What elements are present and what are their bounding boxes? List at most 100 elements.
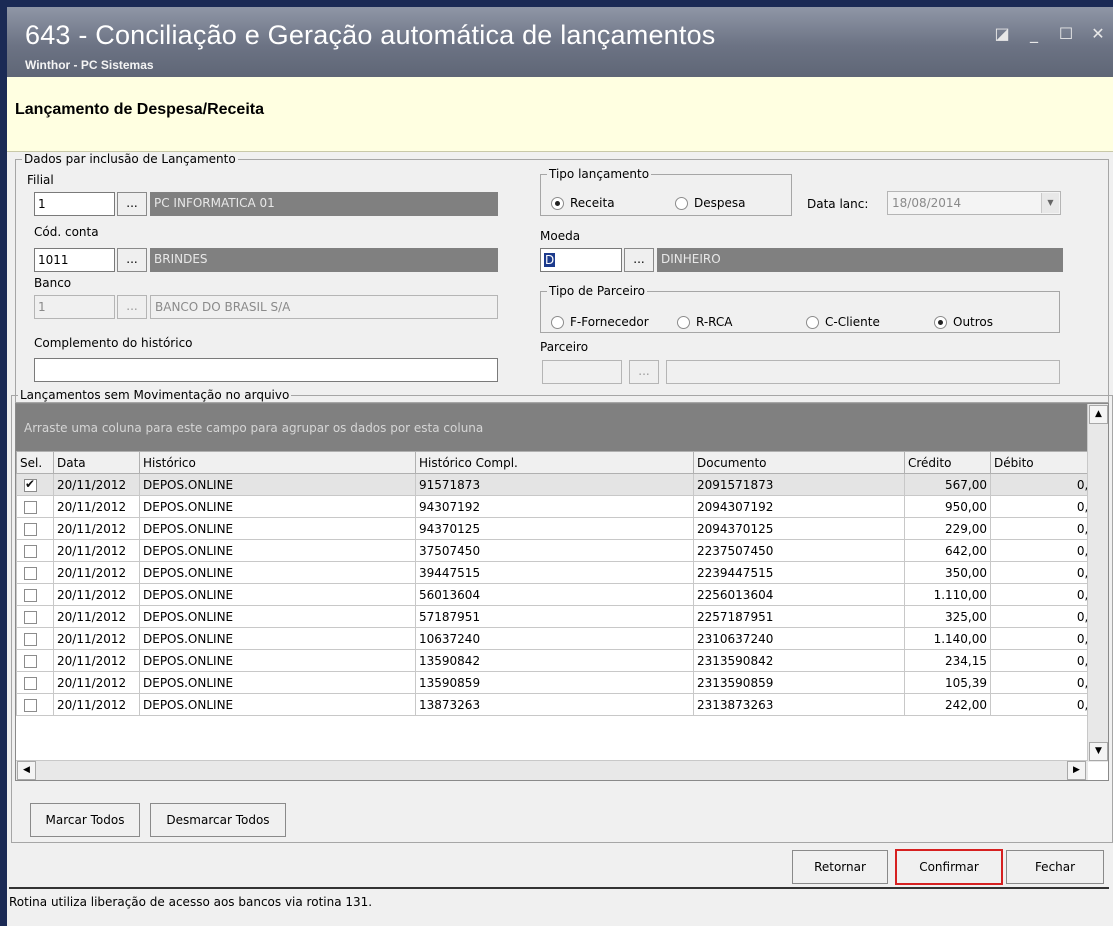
chevron-down-icon[interactable]: ▼ bbox=[1041, 193, 1059, 213]
radio-cliente-label: C-Cliente bbox=[825, 315, 880, 329]
cell-historico: DEPOS.ONLINE bbox=[139, 539, 416, 562]
cell-debito: 0,0 bbox=[990, 473, 1100, 496]
confirmar-button[interactable]: Confirmar bbox=[895, 849, 1003, 885]
cell-credito: 234,15 bbox=[904, 649, 991, 672]
radio-rca[interactable]: R-RCA bbox=[677, 315, 733, 329]
row-select-checkbox[interactable] bbox=[24, 566, 37, 580]
column-header-historico-compl[interactable]: Histórico Compl. bbox=[415, 451, 694, 474]
restore-icon[interactable]: ◪ bbox=[993, 25, 1011, 43]
row-select-checkbox[interactable] bbox=[24, 654, 37, 668]
parceiro-lookup-button[interactable]: ... bbox=[629, 360, 659, 384]
radio-receita[interactable]: Receita bbox=[551, 196, 615, 210]
scroll-up-icon[interactable]: ▲ bbox=[1089, 405, 1108, 424]
cell-documento: 2313590842 bbox=[693, 649, 905, 672]
radio-outros[interactable]: Outros bbox=[934, 315, 993, 329]
conta-lookup-button[interactable]: ... bbox=[117, 248, 147, 272]
row-select-checkbox[interactable] bbox=[24, 610, 37, 624]
table-row[interactable]: 20/11/2012 DEPOS.ONLINE 37507450 2237507450… bbox=[16, 539, 1100, 562]
cell-credito: 105,39 bbox=[904, 671, 991, 694]
cell-data: 20/11/2012 bbox=[53, 671, 140, 694]
table-row[interactable]: 20/11/2012DEPOS.ONLINE915718732091571873… bbox=[16, 473, 1100, 496]
banco-lookup-button[interactable]: ... bbox=[117, 295, 147, 319]
title-bar[interactable]: 643 - Conciliação e Geração automática d… bbox=[7, 7, 1113, 77]
cell-historico: DEPOS.ONLINE bbox=[139, 693, 416, 716]
cell-documento: 2313590859 bbox=[693, 671, 905, 694]
moeda-lookup-button[interactable]: ... bbox=[624, 248, 654, 272]
table-row[interactable]: 20/11/2012 DEPOS.ONLINE 39447515 2239447515… bbox=[16, 561, 1100, 584]
fechar-button[interactable]: Fechar bbox=[1006, 850, 1104, 884]
row-select-checkbox[interactable] bbox=[24, 544, 37, 558]
row-select-checkbox[interactable] bbox=[24, 676, 37, 690]
minimize-icon[interactable]: _ bbox=[1025, 25, 1043, 43]
cell-historico-compl: 13873263 bbox=[415, 693, 694, 716]
dados-legend: Dados par inclusão de Lançamento bbox=[22, 152, 238, 166]
desmarcar-todos-button[interactable]: Desmarcar Todos bbox=[150, 803, 286, 837]
radio-outros-label: Outros bbox=[953, 315, 994, 329]
cell-debito: 0,0 bbox=[990, 627, 1100, 650]
cell-debito: 0,0 bbox=[990, 583, 1100, 606]
row-select-checkbox[interactable] bbox=[24, 632, 37, 646]
row-select-checkbox[interactable] bbox=[24, 500, 37, 514]
cell-sel bbox=[16, 649, 54, 672]
moeda-input[interactable]: D bbox=[540, 248, 622, 272]
table-row[interactable]: 20/11/2012 DEPOS.ONLINE 94370125 2094370125… bbox=[16, 517, 1100, 540]
header-banner: Lançamento de Despesa/Receita bbox=[7, 77, 1113, 152]
table-row[interactable]: 20/11/2012 DEPOS.ONLINE 56013604 2256013604… bbox=[16, 583, 1100, 606]
cell-sel bbox=[16, 561, 54, 584]
complemento-input[interactable] bbox=[34, 358, 498, 382]
radio-receita-label: Receita bbox=[570, 196, 615, 210]
table-row[interactable]: 20/11/2012 DEPOS.ONLINE 10637240 2310637240… bbox=[16, 627, 1100, 650]
table-row[interactable]: 20/11/2012 DEPOS.ONLINE 13590842 2313590842… bbox=[16, 649, 1100, 672]
cell-credito: 642,00 bbox=[904, 539, 991, 562]
conta-input[interactable]: 1011 bbox=[34, 248, 115, 272]
column-header-credito[interactable]: Crédito bbox=[904, 451, 991, 474]
table-row[interactable]: 20/11/2012 DEPOS.ONLINE 13873263 2313873263… bbox=[16, 693, 1100, 716]
column-header-historico[interactable]: Histórico bbox=[139, 451, 416, 474]
column-header-data[interactable]: Data bbox=[53, 451, 140, 474]
cell-data: 20/11/2012 bbox=[53, 605, 140, 628]
vertical-scrollbar[interactable]: ▲ ▼ bbox=[1087, 404, 1108, 762]
close-icon[interactable]: ✕ bbox=[1089, 25, 1107, 43]
data-lanc-field[interactable]: 18/08/2014 ▼ bbox=[887, 191, 1061, 215]
cell-debito: 0,0 bbox=[990, 495, 1100, 518]
column-header-sel[interactable]: Sel. bbox=[16, 451, 54, 474]
cell-historico: DEPOS.ONLINE bbox=[139, 649, 416, 672]
cell-historico-compl: 57187951 bbox=[415, 605, 694, 628]
scroll-down-icon[interactable]: ▼ bbox=[1089, 742, 1108, 761]
row-select-checkbox[interactable] bbox=[24, 698, 37, 712]
maximize-icon[interactable]: ☐ bbox=[1057, 25, 1075, 43]
radio-despesa[interactable]: Despesa bbox=[675, 196, 745, 210]
status-bar-text: Rotina utiliza liberação de acesso aos b… bbox=[9, 895, 373, 909]
table-row[interactable]: 20/11/2012 DEPOS.ONLINE 57187951 2257187951… bbox=[16, 605, 1100, 628]
column-header-documento[interactable]: Documento bbox=[693, 451, 905, 474]
retornar-button[interactable]: Retornar bbox=[792, 850, 888, 884]
cell-sel bbox=[16, 605, 54, 628]
table-row[interactable]: 20/11/2012 DEPOS.ONLINE 94307192 2094307192… bbox=[16, 495, 1100, 518]
filial-input[interactable]: 1 bbox=[34, 192, 115, 216]
scroll-right-icon[interactable]: ▶ bbox=[1067, 761, 1086, 780]
cell-documento: 2256013604 bbox=[693, 583, 905, 606]
row-select-checkbox[interactable] bbox=[24, 588, 37, 602]
marcar-todos-button[interactable]: Marcar Todos bbox=[30, 803, 140, 837]
row-select-checkbox[interactable] bbox=[24, 522, 37, 536]
parceiro-input[interactable] bbox=[542, 360, 622, 384]
filial-lookup-button[interactable]: ... bbox=[117, 192, 147, 216]
filial-label: Filial bbox=[27, 173, 54, 187]
horizontal-scrollbar[interactable]: ◀ ▶ bbox=[16, 760, 1088, 780]
banco-input[interactable]: 1 bbox=[34, 295, 115, 319]
cell-debito: 0,0 bbox=[990, 693, 1100, 716]
cell-debito: 0,0 bbox=[990, 605, 1100, 628]
column-header-debito[interactable]: Débito bbox=[990, 451, 1100, 474]
cell-debito: 0,0 bbox=[990, 517, 1100, 540]
data-lanc-value: 18/08/2014 bbox=[892, 196, 962, 210]
moeda-value: D bbox=[544, 253, 556, 267]
radio-fornecedor[interactable]: F-Fornecedor bbox=[551, 315, 649, 329]
cell-documento: 2094370125 bbox=[693, 517, 905, 540]
scroll-left-icon[interactable]: ◀ bbox=[17, 761, 36, 780]
cell-historico-compl: 13590859 bbox=[415, 671, 694, 694]
cell-historico-compl: 94307192 bbox=[415, 495, 694, 518]
row-select-checkbox[interactable] bbox=[24, 477, 37, 492]
group-by-area[interactable]: Arraste uma coluna para este campo para … bbox=[16, 404, 1088, 451]
radio-cliente[interactable]: C-Cliente bbox=[806, 315, 880, 329]
table-row[interactable]: 20/11/2012 DEPOS.ONLINE 13590859 2313590859… bbox=[16, 671, 1100, 694]
